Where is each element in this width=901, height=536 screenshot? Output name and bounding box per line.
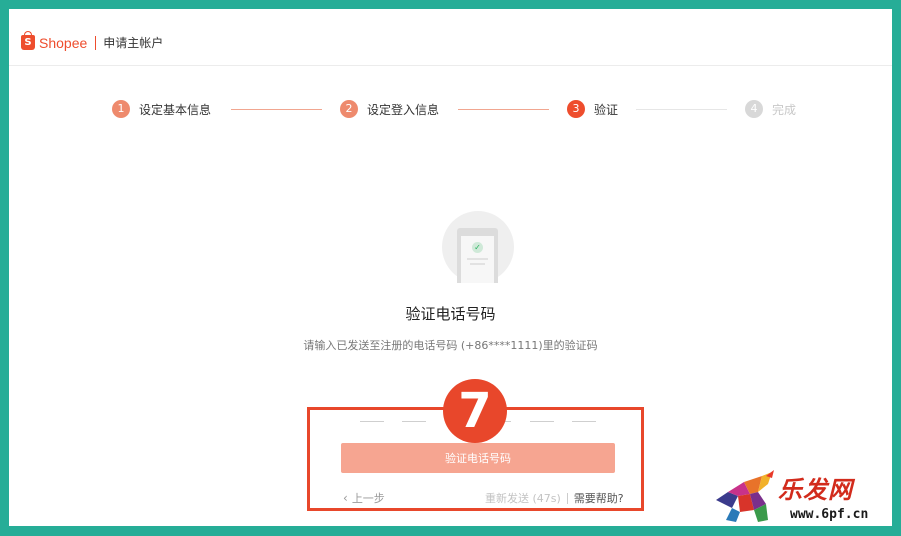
step-1: 1 设定基本信息 (112, 100, 211, 118)
screen-line (467, 258, 488, 260)
phone-check-icon: ✓ (442, 211, 514, 283)
step-4: 4 完成 (745, 100, 796, 118)
shopee-bag-icon: S (21, 31, 35, 50)
step-3-label: 验证 (594, 102, 619, 117)
header-divider (95, 35, 97, 50)
step-connector-3 (636, 109, 727, 110)
screen-line (470, 263, 485, 265)
step-3-number: 3 (567, 100, 585, 118)
bull-logo-icon (716, 470, 774, 522)
stepper: 1 设定基本信息 2 设定登入信息 3 验证 4 完成 (9, 99, 892, 119)
step-1-number: 1 (112, 100, 130, 118)
step-4-label: 完成 (772, 102, 797, 117)
watermark: 乐发网 www.6pf.cn (714, 470, 889, 526)
step-2-label: 设定登入信息 (367, 102, 440, 117)
step-connector-2 (458, 109, 549, 110)
brand-name: Shopee (39, 34, 88, 51)
step-1-label: 设定基本信息 (139, 102, 212, 117)
page-frame: S Shopee 申请主帐户 1 设定基本信息 2 设定登入信息 3 验证 4 … (9, 9, 892, 526)
page-title: 验证电话号码 (405, 305, 496, 323)
watermark-url: www.6pf.cn (790, 507, 869, 522)
phone-icon: ✓ (457, 228, 498, 283)
shopee-logo[interactable]: S Shopee 申请主帐户 (21, 31, 164, 51)
step-2: 2 设定登入信息 (340, 100, 439, 118)
phone-screen: ✓ (461, 236, 494, 283)
annotation-step-badge: 7 (443, 379, 507, 443)
step-3: 3 验证 (567, 100, 618, 118)
page-header-title: 申请主帐户 (103, 36, 164, 50)
brand-mark: S (24, 37, 32, 48)
verification-description: 请输入已发送至注册的电话号码 (+86****1111)里的验证码 (303, 339, 598, 352)
watermark-text: 乐发网 (778, 475, 853, 504)
header: S Shopee 申请主帐户 (9, 9, 892, 66)
step-4-number: 4 (745, 100, 763, 118)
step-2-number: 2 (340, 100, 358, 118)
check-icon: ✓ (472, 242, 483, 253)
step-connector-1 (231, 109, 322, 110)
